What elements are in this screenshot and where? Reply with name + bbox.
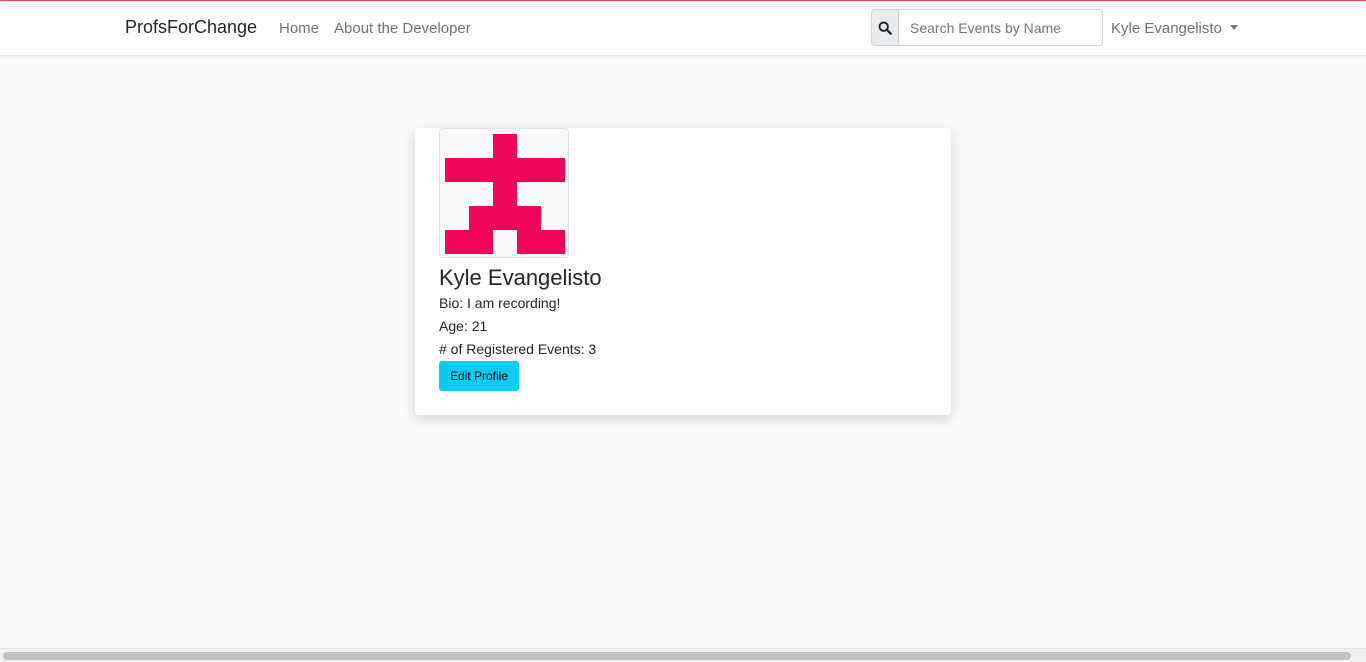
avatar-cell — [445, 158, 469, 182]
user-menu-label: Kyle Evangelisto — [1111, 20, 1222, 37]
avatar-cell — [541, 230, 565, 254]
search-input[interactable] — [898, 9, 1103, 46]
avatar-cell — [517, 230, 541, 254]
brand-link[interactable]: ProfsForChange — [125, 17, 257, 38]
scrollbar-thumb[interactable] — [3, 652, 1351, 660]
identicon-avatar-image — [445, 134, 565, 254]
profile-bio: Bio: I am recording! — [439, 295, 561, 311]
avatar-cell — [517, 158, 541, 182]
nav-home-link[interactable]: Home — [279, 20, 319, 37]
search-button[interactable] — [871, 9, 898, 46]
search-group — [871, 9, 1103, 46]
avatar-cell — [541, 158, 565, 182]
nav-about-link[interactable]: About the Developer — [334, 20, 471, 37]
navbar: ProfsForChange Home About the Developer … — [0, 1, 1366, 56]
user-menu-dropdown[interactable]: Kyle Evangelisto — [1111, 20, 1238, 37]
avatar-cell — [469, 206, 493, 230]
avatar-cell — [493, 158, 517, 182]
horizontal-scrollbar[interactable] — [0, 648, 1366, 662]
caret-down-icon — [1229, 25, 1238, 30]
profile-age: Age: 21 — [439, 318, 488, 334]
search-icon — [878, 21, 892, 35]
avatar — [439, 128, 569, 258]
avatar-cell — [517, 206, 541, 230]
edit-profile-button[interactable]: Edit Profile — [439, 361, 519, 391]
avatar-cell — [493, 182, 517, 206]
avatar-cell — [493, 134, 517, 158]
profile-registered-events: # of Registered Events: 3 — [439, 341, 597, 357]
avatar-cell — [469, 158, 493, 182]
avatar-cell — [469, 230, 493, 254]
avatar-cell — [493, 206, 517, 230]
profile-name: Kyle Evangelisto — [439, 265, 602, 290]
profile-card: Kyle Evangelisto Bio: I am recording! Ag… — [415, 128, 951, 415]
avatar-cell — [445, 230, 469, 254]
